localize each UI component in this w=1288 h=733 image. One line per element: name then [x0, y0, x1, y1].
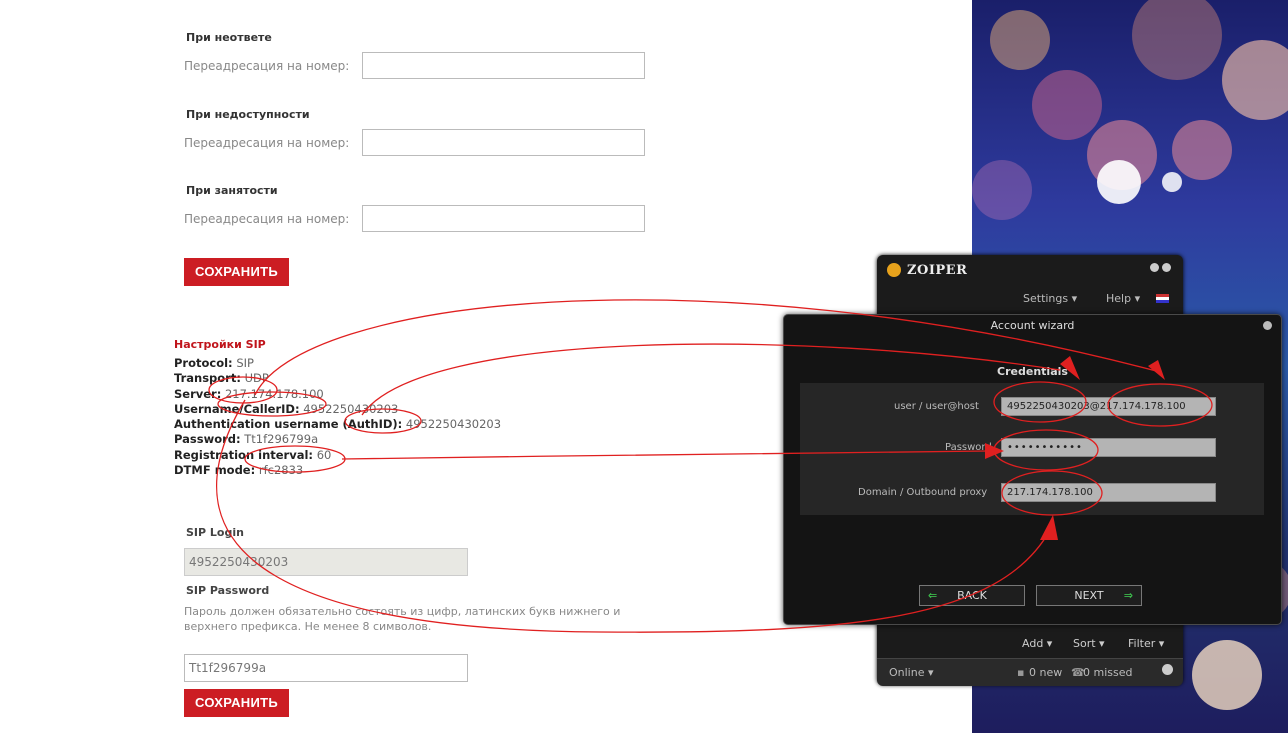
sip-transport-row: Transport: UDP	[174, 371, 501, 386]
zoiper-title: ZOIPER	[907, 263, 968, 278]
bokeh-light	[1162, 172, 1182, 192]
bokeh-light	[1172, 120, 1232, 180]
sip-server-value: 217.174.178.100	[224, 386, 324, 401]
sort-menu[interactable]: Sort ▾	[1073, 637, 1105, 650]
bokeh-light	[1132, 0, 1222, 80]
credentials-heading: Credentials	[997, 365, 1068, 378]
add-menu[interactable]: Add ▾	[1022, 637, 1052, 650]
wizard-close-icon[interactable]	[1263, 321, 1272, 330]
sip-username-value: 4952250430203	[303, 401, 399, 416]
wizard-title: Account wizard	[990, 319, 1075, 332]
online-status-menu[interactable]: Online ▾	[889, 666, 934, 679]
minimize-icon[interactable]	[1150, 263, 1159, 272]
sip-login-title: SIP Login	[186, 526, 244, 539]
domain-proxy-input[interactable]: 217.174.178.100	[1001, 483, 1216, 502]
user-host-label: user / user@host	[894, 401, 979, 412]
sip-password-row: Password: Tt1f296799a	[174, 432, 501, 447]
help-menu[interactable]: Help ▾	[1106, 292, 1140, 305]
bokeh-light	[1097, 160, 1141, 204]
unavailable-title: При недоступности	[186, 108, 310, 121]
sip-username-key: Username/CallerID:	[174, 401, 300, 416]
zoiper-status-bar: Online ▾ ▪ 0 new ☎ 0 missed	[877, 658, 1183, 686]
unavailable-forward-label: Переадресация на номер:	[184, 136, 350, 150]
account-wizard-dialog: Account wizard Credentials user / user@h…	[783, 314, 1282, 625]
status-indicator-icon	[1162, 664, 1173, 675]
sip-authid-value: 4952250430203	[405, 417, 502, 432]
sip-dtmf-value: rfc2833	[258, 463, 304, 478]
sip-interval-row: Registration interval: 60	[174, 448, 501, 463]
sip-password-hint: Пароль должен обязательно состоять из ци…	[184, 605, 621, 633]
busy-forward-label: Переадресация на номер:	[184, 212, 350, 226]
next-arrow-icon: ⇒	[1123, 589, 1133, 602]
sip-dtmf-row: DTMF mode: rfc2833	[174, 463, 501, 478]
bokeh-light	[1222, 40, 1288, 120]
domain-proxy-label: Domain / Outbound proxy	[858, 487, 988, 498]
missed-calls-count[interactable]: 0 missed	[1083, 666, 1132, 679]
sip-interval-key: Registration interval:	[174, 447, 314, 462]
bokeh-light	[972, 160, 1032, 220]
close-icon[interactable]	[1162, 263, 1171, 272]
sip-settings-title: Настройки SIP	[174, 338, 266, 351]
unavailable-forward-input[interactable]	[362, 129, 645, 156]
sip-password-title: SIP Password	[186, 584, 270, 597]
bokeh-light	[1192, 640, 1262, 710]
busy-title: При занятости	[186, 184, 278, 197]
next-button[interactable]: NEXT ⇒	[1036, 585, 1142, 606]
sip-password-key: Password:	[174, 432, 241, 447]
password-input[interactable]: •••••••••••	[1001, 438, 1216, 457]
busy-forward-input[interactable]	[362, 205, 645, 232]
password-label: Password	[945, 442, 992, 453]
sip-settings-list: Protocol: SIP Transport: UDP Server: 217…	[174, 356, 501, 478]
no-answer-title: При неответе	[186, 31, 272, 44]
sip-protocol-key: Protocol:	[174, 356, 233, 370]
back-arrow-icon: ⇐	[928, 589, 938, 602]
filter-menu[interactable]: Filter ▾	[1128, 637, 1164, 650]
bokeh-light	[990, 10, 1050, 70]
no-answer-forward-input[interactable]	[362, 52, 645, 79]
zoiper-logo-icon	[887, 263, 901, 277]
sip-username-row: Username/CallerID: 4952250430203	[174, 402, 501, 417]
sip-authid-key: Authentication username (AuthID):	[174, 417, 403, 432]
sip-protocol-value: SIP	[236, 356, 254, 370]
language-flag-icon[interactable]	[1156, 294, 1169, 303]
sip-interval-value: 60	[316, 447, 332, 462]
next-button-label: NEXT	[1074, 589, 1104, 602]
sip-password-input[interactable]: Tt1f296799a	[184, 654, 468, 682]
sip-authid-row: Authentication username (AuthID): 495225…	[174, 417, 501, 432]
sip-protocol-row: Protocol: SIP	[174, 356, 501, 371]
sip-server-key: Server:	[174, 386, 222, 401]
settings-menu[interactable]: Settings ▾	[1023, 292, 1077, 305]
message-icon: ▪	[1017, 666, 1025, 679]
sip-password-value: Tt1f296799a	[244, 432, 319, 447]
sip-transport-value: UDP	[244, 371, 269, 386]
user-host-input[interactable]: 4952250430203@217.174.178.100	[1001, 397, 1216, 416]
no-answer-forward-label: Переадресация на номер:	[184, 59, 350, 73]
save-forwarding-button[interactable]: СОХРАНИТЬ	[184, 258, 289, 286]
save-sip-button[interactable]: СОХРАНИТЬ	[184, 689, 289, 717]
sip-server-row: Server: 217.174.178.100	[174, 387, 501, 402]
sip-transport-key: Transport:	[174, 371, 241, 386]
sip-login-field: 4952250430203	[184, 548, 468, 576]
bokeh-light	[1032, 70, 1102, 140]
sip-dtmf-key: DTMF mode:	[174, 463, 256, 478]
new-messages-count[interactable]: 0 new	[1029, 666, 1062, 679]
back-button-label: BACK	[957, 589, 987, 602]
back-button[interactable]: ⇐ BACK	[919, 585, 1025, 606]
